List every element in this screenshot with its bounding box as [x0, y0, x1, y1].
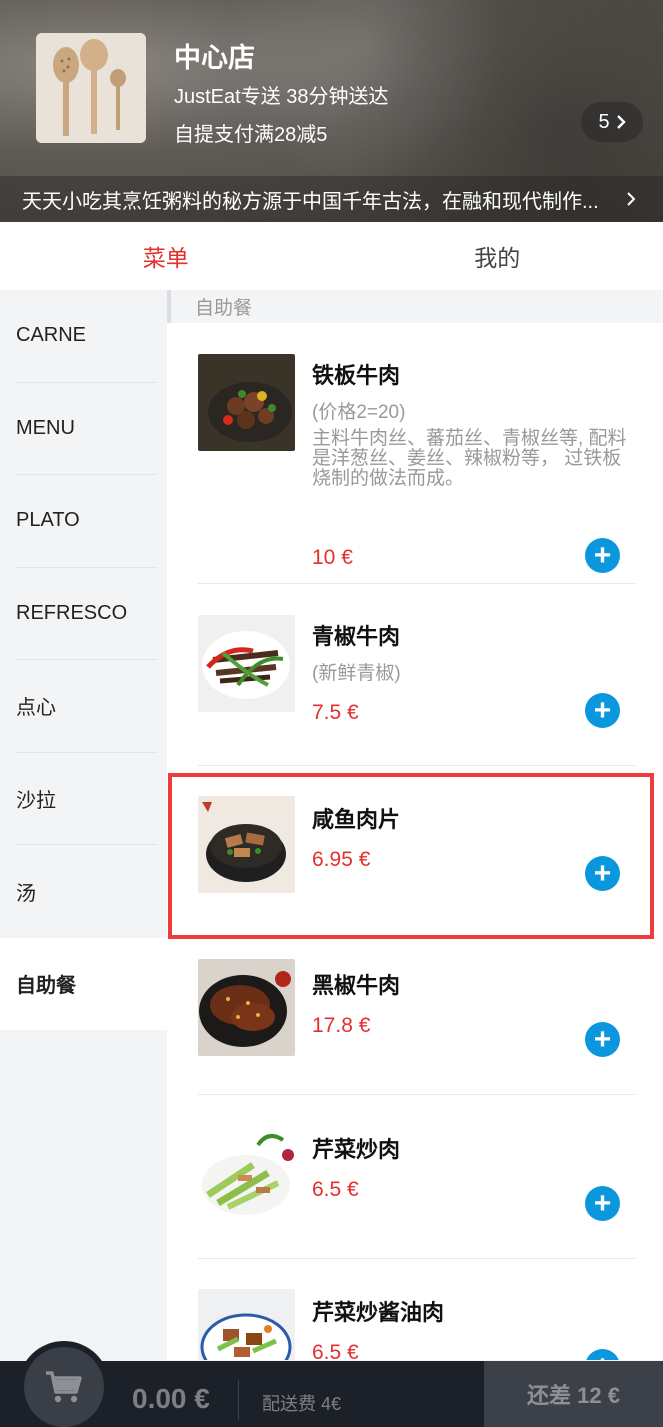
dish-image: [198, 796, 295, 893]
sidebar-item-buffet[interactable]: 自助餐: [0, 937, 167, 1030]
cart-button[interactable]: [18, 1341, 110, 1427]
dish-price: 6.5 €: [312, 1341, 359, 1360]
dish-name: 咸鱼肉片: [312, 807, 401, 832]
shop-name: 中心店: [174, 43, 255, 73]
sidebar-item-dimsum[interactable]: 点心: [16, 660, 157, 753]
dish-image: [198, 1289, 295, 1360]
add-to-cart-button[interactable]: +: [585, 856, 620, 891]
sidebar-item-carne[interactable]: CARNE: [16, 290, 157, 383]
dish-image: [198, 354, 295, 451]
dish-price: 17.8 €: [312, 1014, 371, 1037]
delivery-fee: 配送费 4€: [262, 1394, 342, 1414]
dish-description: 主料牛肉丝、蕃茄丝、青椒丝等, 配料是洋葱丝、姜丝、辣椒粉等， 过铁板烧制的做法…: [312, 428, 627, 489]
list-item[interactable]: 咸鱼肉片 6.95 € +: [198, 766, 635, 931]
sidebar-item-menu[interactable]: MENU: [16, 383, 157, 475]
sidebar-item-refresco[interactable]: REFRESCO: [16, 568, 157, 660]
sidebar-item-plato[interactable]: PLATO: [16, 475, 157, 568]
dish-price: 6.95 €: [312, 848, 371, 871]
tab-bar: 菜单 我的: [0, 222, 663, 290]
promo-info: 自提支付满28减5: [174, 124, 328, 146]
sidebar-item-soup[interactable]: 汤: [16, 845, 157, 938]
chevron-right-icon: [627, 192, 636, 206]
chevron-right-icon: [616, 115, 626, 129]
add-to-cart-button[interactable]: +: [585, 1186, 620, 1221]
list-item[interactable]: 铁板牛肉 (价格2=20) 主料牛肉丝、蕃茄丝、青椒丝等, 配料是洋葱丝、姜丝、…: [198, 323, 635, 584]
list-item[interactable]: 芹菜炒肉 6.5 € +: [198, 1095, 635, 1259]
shop-notice[interactable]: 天天小吃其烹饪粥料的秘方源于中国千年古法，在融和现代制作...: [0, 176, 663, 222]
list-item[interactable]: 黑椒牛肉 17.8 € +: [198, 931, 635, 1095]
tab-mine[interactable]: 我的: [332, 222, 663, 290]
add-to-cart-button[interactable]: +: [585, 1022, 620, 1057]
dish-image: [198, 1125, 295, 1222]
dish-name: 黑椒牛肉: [312, 973, 401, 998]
divider: [238, 1380, 239, 1420]
delivery-info: JustEat专送 38分钟送达: [174, 86, 389, 108]
dish-name: 青椒牛肉: [312, 624, 401, 649]
dish-image: [198, 959, 295, 1056]
dish-name: 芹菜炒酱油肉: [312, 1300, 445, 1325]
dish-price: 10 €: [312, 546, 353, 569]
add-to-cart-button[interactable]: +: [585, 693, 620, 728]
category-sidebar: CARNE MENU PLATO REFRESCO 点心 沙拉 汤 自助餐: [0, 290, 167, 1360]
cart-total: 0.00 €: [132, 1383, 210, 1414]
dish-price: 7.5 €: [312, 701, 359, 724]
dish-name: 铁板牛肉: [312, 363, 401, 388]
shop-header: 中心店 JustEat专送 38分钟送达 自提支付满28减5 5 天天小吃其烹饪…: [0, 0, 663, 222]
add-to-cart-button[interactable]: +: [585, 538, 620, 573]
dish-note: (新鲜青椒): [312, 663, 401, 684]
section-header: 自助餐: [167, 290, 663, 323]
sidebar-item-salad[interactable]: 沙拉: [16, 753, 157, 845]
list-item[interactable]: 青椒牛肉 (新鲜青椒) 7.5 € +: [198, 584, 635, 766]
dish-name: 芹菜炒肉: [312, 1137, 401, 1162]
menu-list: 自助餐 铁板牛肉 (价格2=20) 主料牛肉丝、蕃茄丝、青椒丝等, 配料是洋葱丝…: [167, 290, 663, 1360]
checkout-button[interactable]: 还差 12 €: [484, 1361, 663, 1427]
shopping-cart-icon: [46, 1371, 82, 1403]
tab-menu[interactable]: 菜单: [0, 222, 332, 290]
dish-price: 6.5 €: [312, 1178, 359, 1201]
notice-text: 天天小吃其烹饪粥料的秘方源于中国千年古法，在融和现代制作...: [22, 190, 599, 213]
list-item[interactable]: 芹菜炒酱油肉 6.5 € +: [198, 1259, 635, 1360]
dish-image: [198, 615, 295, 712]
add-to-cart-button[interactable]: +: [585, 1349, 620, 1360]
dish-note: (价格2=20): [312, 402, 406, 423]
promo-count-button[interactable]: 5: [581, 102, 643, 142]
shop-logo: [36, 33, 146, 143]
promo-count: 5: [598, 110, 610, 133]
